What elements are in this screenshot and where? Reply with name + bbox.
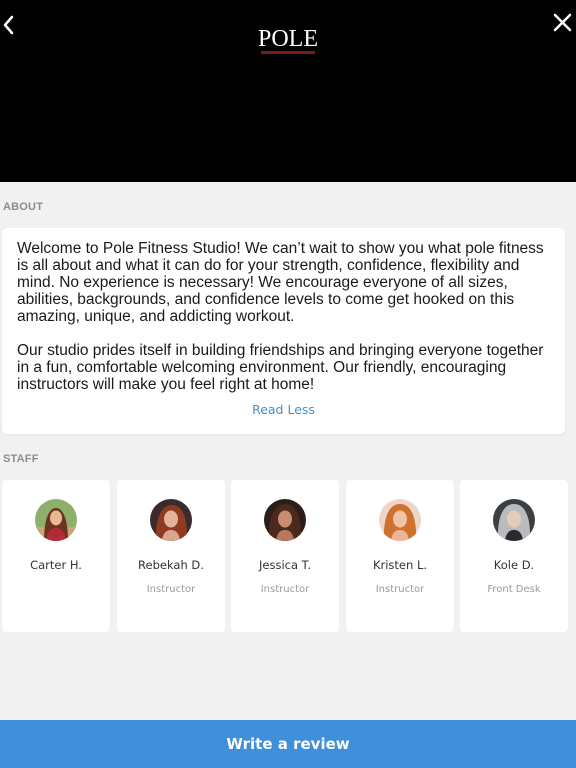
read-less-link[interactable]: Read Less xyxy=(2,402,565,417)
header-banner: POLE xyxy=(0,0,576,182)
staff-name: Carter H. xyxy=(30,558,82,572)
about-paragraph: Welcome to Pole Fitness Studio! We can’t… xyxy=(17,240,544,325)
staff-name: Kole D. xyxy=(493,558,535,572)
about-section-label: ABOUT xyxy=(3,201,44,213)
logo-text: POLE xyxy=(258,26,318,52)
staff-card[interactable]: Carter H. xyxy=(2,480,110,632)
avatar xyxy=(35,499,77,541)
staff-name: Rebekah D. xyxy=(138,558,204,572)
studio-logo: POLE xyxy=(0,24,576,54)
staff-list: Carter H. Rebekah D. Instructor Jessica … xyxy=(2,480,576,632)
staff-role: Front Desk xyxy=(487,584,541,595)
staff-role: Instructor xyxy=(260,584,310,595)
avatar xyxy=(493,499,535,541)
write-review-button[interactable]: Write a review xyxy=(0,720,576,768)
about-description: Welcome to Pole Fitness Studio! We can’t… xyxy=(17,240,553,410)
staff-card[interactable]: Kole D. Front Desk xyxy=(460,480,568,632)
staff-name: Jessica T. xyxy=(259,558,311,572)
avatar xyxy=(264,499,306,541)
about-card: Welcome to Pole Fitness Studio! We can’t… xyxy=(2,228,565,434)
avatar xyxy=(150,499,192,541)
staff-card[interactable]: Kristen L. Instructor xyxy=(346,480,454,632)
avatar xyxy=(379,499,421,541)
staff-role: Instructor xyxy=(146,584,196,595)
staff-role: Instructor xyxy=(375,584,425,595)
staff-card[interactable]: Rebekah D. Instructor xyxy=(117,480,225,632)
staff-section-label: STAFF xyxy=(3,453,39,465)
staff-card[interactable]: Jessica T. Instructor xyxy=(231,480,339,632)
about-paragraph: Our studio prides itself in building fri… xyxy=(17,342,544,393)
staff-name: Kristen L. xyxy=(372,558,428,572)
